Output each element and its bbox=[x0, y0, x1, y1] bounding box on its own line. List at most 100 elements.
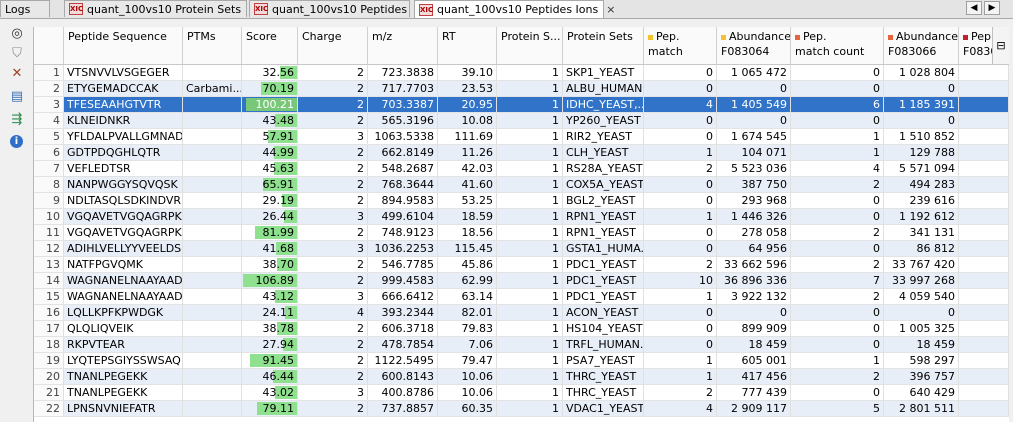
cell-ab1: 293 968 bbox=[717, 193, 791, 208]
column-header-seq[interactable]: Peptide Sequence bbox=[64, 27, 183, 64]
cell-ptm bbox=[183, 145, 242, 160]
table-row[interactable]: 20 TNANLPEGEKK 46.44 2 600.8143 10.06 1 THRC_YE… bbox=[34, 369, 1009, 385]
cell-pm3 bbox=[959, 257, 1009, 272]
cell-psets: PDC1_YEAST bbox=[563, 289, 644, 304]
cell-psets: PDC1_YEAST bbox=[563, 257, 644, 272]
table-row[interactable]: 17 QLQLIQVEIK 38.78 2 606.3718 79.83 1 HS104_YE… bbox=[34, 321, 1009, 337]
tab-peptides[interactable]: XIC quant_100vs10 Peptides × bbox=[249, 0, 424, 17]
table-row[interactable]: 15 WAGNANELNAAYAAD... 43.12 3 666.6412 63.14 1… bbox=[34, 289, 1009, 305]
cell-charge: 2 bbox=[298, 177, 368, 192]
row-number: 3 bbox=[34, 97, 64, 112]
column-header-ptm[interactable]: PTMs bbox=[183, 27, 242, 64]
cell-psets: RS28A_YEAST bbox=[563, 161, 644, 176]
table-row[interactable]: 7 VEFLEDTSR 45.63 2 548.2687 42.03 1 RS28A_YEAS… bbox=[34, 161, 1009, 177]
cell-ab1: 33 662 596 bbox=[717, 257, 791, 272]
table-row[interactable]: 22 LPNSNVNIEFATR 79.11 2 737.8857 60.35 1 VDAC1… bbox=[34, 401, 1009, 417]
column-header-pm1[interactable]: Pep. match bbox=[644, 27, 717, 64]
cell-ps: 1 bbox=[497, 225, 563, 240]
column-header-pm2[interactable]: Pep. match count bbox=[791, 27, 884, 64]
table-row[interactable]: 1 VTSNVVLVSGEGER 32.56 2 723.3838 39.10 1 SKP1_… bbox=[34, 65, 1009, 81]
cell-pm2: 2 bbox=[791, 257, 884, 272]
table-row[interactable]: 11 VGQAVETVGQAGRPK 81.99 2 748.9123 18.56 1 RPN… bbox=[34, 225, 1009, 241]
tab-logs[interactable]: Logs bbox=[0, 0, 50, 17]
cell-seq: WAGNANELNAAYAAD... bbox=[64, 273, 183, 288]
close-icon[interactable]: × bbox=[606, 3, 615, 16]
table-row[interactable]: 2 ETYGEMADCCAK Carbami... 70.19 2 717.7703 23.… bbox=[34, 81, 1009, 97]
table-row[interactable]: 18 RKPVTEAR 27.94 2 478.7854 7.06 1 TRFL_HUMAN.… bbox=[34, 337, 1009, 353]
cell-pm3 bbox=[959, 97, 1009, 112]
cell-rt: 18.59 bbox=[438, 209, 497, 224]
cell-ab2: 396 757 bbox=[884, 369, 959, 384]
cell-rt: 63.14 bbox=[438, 289, 497, 304]
cell-ps: 1 bbox=[497, 337, 563, 352]
column-header-mz[interactable]: m/z bbox=[368, 27, 438, 64]
cell-psets: CLH_YEAST bbox=[563, 145, 644, 160]
cell-ab2: 5 571 094 bbox=[884, 161, 959, 176]
tab-protein-sets[interactable]: XIC quant_100vs10 Protein Sets × bbox=[64, 0, 258, 17]
cell-mz: 723.3838 bbox=[368, 65, 438, 80]
cell-ptm bbox=[183, 193, 242, 208]
table-row[interactable]: 14 WAGNANELNAAYAAD... 106.89 2 999.4583 62.99… bbox=[34, 273, 1009, 289]
cell-pm2: 0 bbox=[791, 113, 884, 128]
cell-pm1: 0 bbox=[644, 321, 717, 336]
column-header-charge[interactable]: Charge bbox=[298, 27, 368, 64]
cell-psets: PSA7_YEAST bbox=[563, 353, 644, 368]
tab-label: quant_100vs10 Peptides Ions bbox=[437, 3, 599, 16]
table-row[interactable]: 13 NATFPGVQMK 38.70 2 546.7785 45.86 1 PDC1_YEA… bbox=[34, 257, 1009, 273]
binoculars-icon[interactable]: ◎ bbox=[9, 26, 25, 42]
cell-ab2: 129 788 bbox=[884, 145, 959, 160]
column-header-ab1[interactable]: Abundance F083064 bbox=[717, 27, 791, 64]
cell-mz: 703.3387 bbox=[368, 97, 438, 112]
cell-score: 32.56 bbox=[242, 65, 298, 80]
column-header-sublabel: match count bbox=[795, 45, 865, 58]
table-row[interactable]: 4 KLNEIDNKR 43.48 2 565.3196 10.08 1 YP260_YEAS… bbox=[34, 113, 1009, 129]
column-header-score[interactable]: Score bbox=[242, 27, 298, 64]
cell-ps: 1 bbox=[497, 321, 563, 336]
cell-ptm bbox=[183, 321, 242, 336]
info-icon[interactable]: i bbox=[10, 135, 23, 148]
cell-pm3 bbox=[959, 321, 1009, 336]
table-row[interactable]: 6 GDTPDQGHLQTR 44.99 2 662.8149 11.26 1 CLH_YEA… bbox=[34, 145, 1009, 161]
cell-mz: 1063.5338 bbox=[368, 129, 438, 144]
table-row[interactable]: 12 ADIHLVELLYYVEELDS... 41.68 3 1036.2253 115… bbox=[34, 241, 1009, 257]
table-row[interactable]: 16 LQLLKPFKPWDGK 24.11 4 393.2344 82.01 1 ACON_… bbox=[34, 305, 1009, 321]
tab-peptides-ions[interactable]: XIC quant_100vs10 Peptides Ions × bbox=[414, 0, 615, 18]
cell-rt: 45.86 bbox=[438, 257, 497, 272]
cell-mz: 565.3196 bbox=[368, 113, 438, 128]
cell-score: 38.70 bbox=[242, 257, 298, 272]
cell-seq: QLQLIQVEIK bbox=[64, 321, 183, 336]
cell-seq: YFLDALPVALLGMNAD... bbox=[64, 129, 183, 144]
table-row[interactable]: 5 YFLDALPVALLGMNAD... 57.91 3 1063.5338 111.6… bbox=[34, 129, 1009, 145]
cell-seq: TNANLPEGEKK bbox=[64, 369, 183, 384]
column-header-ps[interactable]: Protein S... bbox=[497, 27, 563, 64]
cell-pm1: 0 bbox=[644, 337, 717, 352]
cell-score: 24.11 bbox=[242, 305, 298, 320]
cell-pm2: 1 bbox=[791, 353, 884, 368]
table-row[interactable]: 10 VGQAVETVGQAGRPK 26.44 3 499.6104 18.59 1 RPN… bbox=[34, 209, 1009, 225]
cell-pm2: 0 bbox=[791, 321, 884, 336]
cell-ps: 1 bbox=[497, 369, 563, 384]
cell-mz: 1122.5495 bbox=[368, 353, 438, 368]
table-row[interactable]: 19 LYQTEPSGIYSSWSAQ... 91.45 2 1122.5495 79.4… bbox=[34, 353, 1009, 369]
tools-icon[interactable]: ✕ bbox=[9, 66, 25, 82]
table-row[interactable]: 8 NANPWGGYSQVQSK 65.91 2 768.3644 41.60 1 COX5A… bbox=[34, 177, 1009, 193]
cell-pm2: 0 bbox=[791, 81, 884, 96]
cell-psets: HS104_YEAST bbox=[563, 321, 644, 336]
column-header-ab2[interactable]: Abundance F083066 bbox=[884, 27, 959, 64]
filter-icon[interactable]: ⛉ bbox=[9, 46, 25, 62]
scroll-tabs-right-button[interactable]: ▶ bbox=[984, 1, 1000, 15]
row-number: 20 bbox=[34, 369, 64, 384]
graph-export-icon[interactable]: ⇶ bbox=[9, 112, 25, 128]
scroll-tabs-left-button[interactable]: ◀ bbox=[966, 1, 982, 15]
cell-score: 27.94 bbox=[242, 337, 298, 352]
cell-ab2: 4 059 540 bbox=[884, 289, 959, 304]
column-header-rt[interactable]: RT bbox=[438, 27, 497, 64]
table-row[interactable]: 3 TFESEAAHGTVTR 100.21 2 703.3387 20.95 1 IDHC_… bbox=[34, 97, 1009, 113]
column-chooser-button[interactable]: ⊟ bbox=[992, 27, 1009, 64]
table-row[interactable]: 9 NDLTASQLSDKINDVR 29.19 2 894.9583 53.25 1 BGL… bbox=[34, 193, 1009, 209]
column-header-psets[interactable]: Protein Sets bbox=[563, 27, 644, 64]
column-header-sublabel: match bbox=[648, 45, 683, 58]
export-icon[interactable]: ▤ bbox=[9, 89, 25, 105]
cell-seq: GDTPDQGHLQTR bbox=[64, 145, 183, 160]
table-row[interactable]: 21 TNANLPEGEKK 43.02 3 400.8786 10.06 1 THRC_YE… bbox=[34, 385, 1009, 401]
